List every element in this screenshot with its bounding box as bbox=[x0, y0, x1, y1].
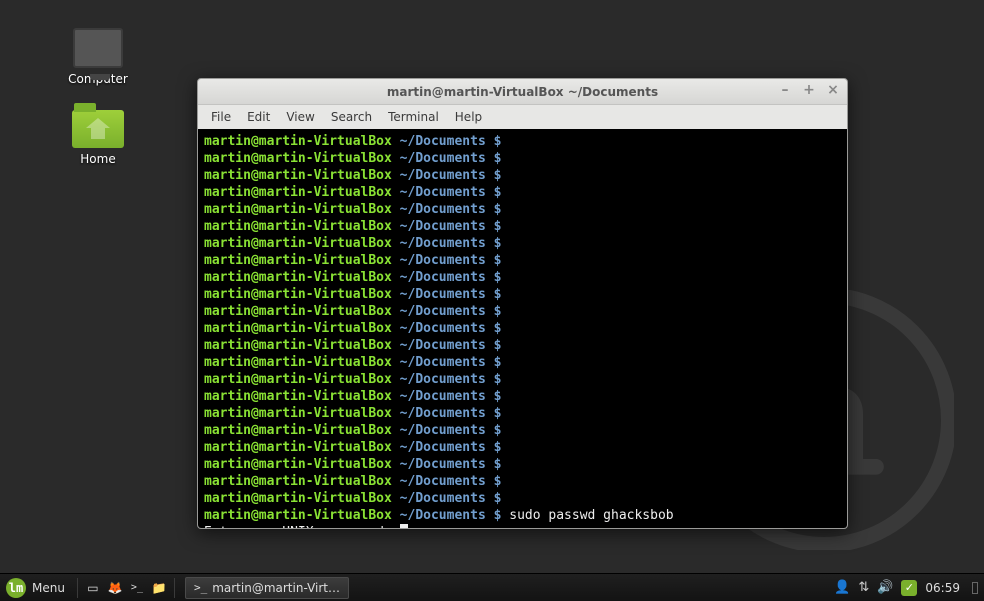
terminal-prompt-line: martin@martin-VirtualBox ~/Documents $ bbox=[204, 337, 841, 354]
terminal-prompt-line: martin@martin-VirtualBox ~/Documents $ bbox=[204, 320, 841, 337]
menu-terminal[interactable]: Terminal bbox=[381, 108, 446, 126]
system-tray: 👤 ⇅ 🔊 ✓ 06:59 bbox=[834, 580, 984, 596]
terminal-content[interactable]: martin@martin-VirtualBox ~/Documents $ma… bbox=[198, 129, 847, 528]
menu-search[interactable]: Search bbox=[324, 108, 379, 126]
tray-end-widget[interactable] bbox=[972, 582, 978, 594]
minimize-button[interactable]: – bbox=[777, 83, 793, 99]
task-icon: >_ bbox=[194, 581, 207, 594]
terminal-prompt-line: martin@martin-VirtualBox ~/Documents $ bbox=[204, 167, 841, 184]
taskbar-task-terminal[interactable]: >_ martin@martin-Virt… bbox=[185, 577, 349, 599]
terminal-prompt-line: martin@martin-VirtualBox ~/Documents $ bbox=[204, 150, 841, 167]
window-menubar: File Edit View Search Terminal Help bbox=[198, 105, 847, 129]
home-folder-icon bbox=[72, 110, 124, 148]
firefox-icon: 🦊 bbox=[107, 581, 122, 595]
terminal-prompt-line: martin@martin-VirtualBox ~/Documents $ bbox=[204, 201, 841, 218]
terminal-window[interactable]: martin@martin-VirtualBox ~/Documents – +… bbox=[197, 78, 848, 529]
desktop-icon-home[interactable]: Home bbox=[58, 110, 138, 166]
menu-file[interactable]: File bbox=[204, 108, 238, 126]
clock[interactable]: 06:59 bbox=[925, 581, 960, 595]
menu-help[interactable]: Help bbox=[448, 108, 489, 126]
terminal-prompt-line: martin@martin-VirtualBox ~/Documents $ bbox=[204, 371, 841, 388]
start-menu-button[interactable]: lm bbox=[6, 578, 26, 598]
files-icon: 📁 bbox=[151, 581, 166, 595]
terminal-prompt-line: martin@martin-VirtualBox ~/Documents $ bbox=[204, 218, 841, 235]
terminal-prompt-line: martin@martin-VirtualBox ~/Documents $ bbox=[204, 490, 841, 507]
start-menu-label[interactable]: Menu bbox=[32, 581, 65, 595]
network-tray-icon[interactable]: ⇅ bbox=[858, 580, 869, 595]
terminal-prompt-line: martin@martin-VirtualBox ~/Documents $ bbox=[204, 354, 841, 371]
volume-tray-icon[interactable]: 🔊 bbox=[877, 580, 893, 595]
terminal-prompt-line: martin@martin-VirtualBox ~/Documents $ bbox=[204, 269, 841, 286]
desktop-icon-label: Home bbox=[58, 152, 138, 166]
terminal-prompt-line: martin@martin-VirtualBox ~/Documents $ bbox=[204, 184, 841, 201]
window-controls: – + × bbox=[777, 83, 841, 99]
taskbar-separator bbox=[77, 578, 78, 598]
terminal-prompt-line: martin@martin-VirtualBox ~/Documents $ bbox=[204, 133, 841, 150]
maximize-button[interactable]: + bbox=[801, 83, 817, 99]
menu-edit[interactable]: Edit bbox=[240, 108, 277, 126]
show-desktop-button[interactable]: ▭ bbox=[82, 577, 104, 599]
firefox-launcher[interactable]: 🦊 bbox=[104, 577, 126, 599]
desktop-icon-computer[interactable]: Computer bbox=[58, 28, 138, 86]
taskbar: lm Menu ▭ 🦊 >_ 📁 >_ martin@martin-Virt… … bbox=[0, 573, 984, 601]
terminal-output-line: Enter new UNIX password: bbox=[204, 524, 841, 528]
terminal-prompt-line: martin@martin-VirtualBox ~/Documents $ bbox=[204, 473, 841, 490]
terminal-prompt-line: martin@martin-VirtualBox ~/Documents $ bbox=[204, 303, 841, 320]
terminal-cursor bbox=[400, 524, 408, 528]
terminal-prompt-line: martin@martin-VirtualBox ~/Documents $ bbox=[204, 235, 841, 252]
terminal-prompt-line: martin@martin-VirtualBox ~/Documents $ bbox=[204, 422, 841, 439]
terminal-prompt-line: martin@martin-VirtualBox ~/Documents $ bbox=[204, 456, 841, 473]
computer-icon bbox=[73, 28, 123, 68]
terminal-command-line: martin@martin-VirtualBox ~/Documents $ s… bbox=[204, 507, 841, 524]
terminal-prompt-line: martin@martin-VirtualBox ~/Documents $ bbox=[204, 286, 841, 303]
show-desktop-icon: ▭ bbox=[87, 581, 98, 595]
update-shield-icon[interactable]: ✓ bbox=[901, 580, 917, 596]
mint-logo-icon: lm bbox=[9, 581, 23, 595]
menu-view[interactable]: View bbox=[279, 108, 321, 126]
terminal-launcher[interactable]: >_ bbox=[126, 577, 148, 599]
terminal-prompt-line: martin@martin-VirtualBox ~/Documents $ bbox=[204, 388, 841, 405]
taskbar-separator bbox=[174, 578, 175, 598]
window-title: martin@martin-VirtualBox ~/Documents bbox=[198, 85, 847, 99]
close-button[interactable]: × bbox=[825, 83, 841, 99]
task-label: martin@martin-Virt… bbox=[212, 581, 340, 595]
window-titlebar[interactable]: martin@martin-VirtualBox ~/Documents – +… bbox=[198, 79, 847, 105]
terminal-prompt-line: martin@martin-VirtualBox ~/Documents $ bbox=[204, 439, 841, 456]
files-launcher[interactable]: 📁 bbox=[148, 577, 170, 599]
terminal-prompt-line: martin@martin-VirtualBox ~/Documents $ bbox=[204, 405, 841, 422]
user-tray-icon[interactable]: 👤 bbox=[834, 580, 850, 595]
terminal-icon: >_ bbox=[131, 582, 143, 593]
terminal-prompt-line: martin@martin-VirtualBox ~/Documents $ bbox=[204, 252, 841, 269]
